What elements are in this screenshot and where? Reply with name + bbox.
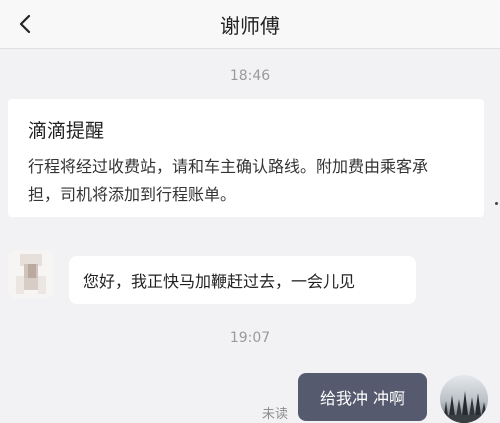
- notice-line: 担，司机将添加到行程账单。: [28, 185, 237, 204]
- system-notice-card: 滴滴提醒 行程将经过收费站，请和车主确认路线。附加费由乘客承 担，司机将添加到行…: [8, 99, 484, 217]
- my-message-bubble[interactable]: 给我冲 冲啊: [298, 373, 427, 421]
- notice-body: 行程将经过收费站，请和车主确认路线。附加费由乘客承 担，司机将添加到行程账单。: [28, 153, 466, 209]
- notice-title: 滴滴提醒: [28, 120, 105, 142]
- chat-title: 谢师傅: [220, 13, 280, 38]
- driver-avatar[interactable]: [8, 250, 54, 298]
- timestamp: 18:46: [229, 68, 271, 84]
- unread-status: 未读: [262, 407, 289, 422]
- driver-message-bubble[interactable]: 您好，我正快马加鞭赶过去，一会儿见: [69, 256, 416, 304]
- chat-header: 谢师傅: [0, 0, 500, 49]
- notice-line: 行程将经过收费站，请和车主确认路线。附加费由乘客承: [28, 157, 429, 176]
- edge-dot: [495, 202, 498, 205]
- forest-avatar-image: [440, 375, 488, 423]
- timestamp: 19:07: [229, 330, 271, 346]
- my-avatar[interactable]: [440, 375, 488, 423]
